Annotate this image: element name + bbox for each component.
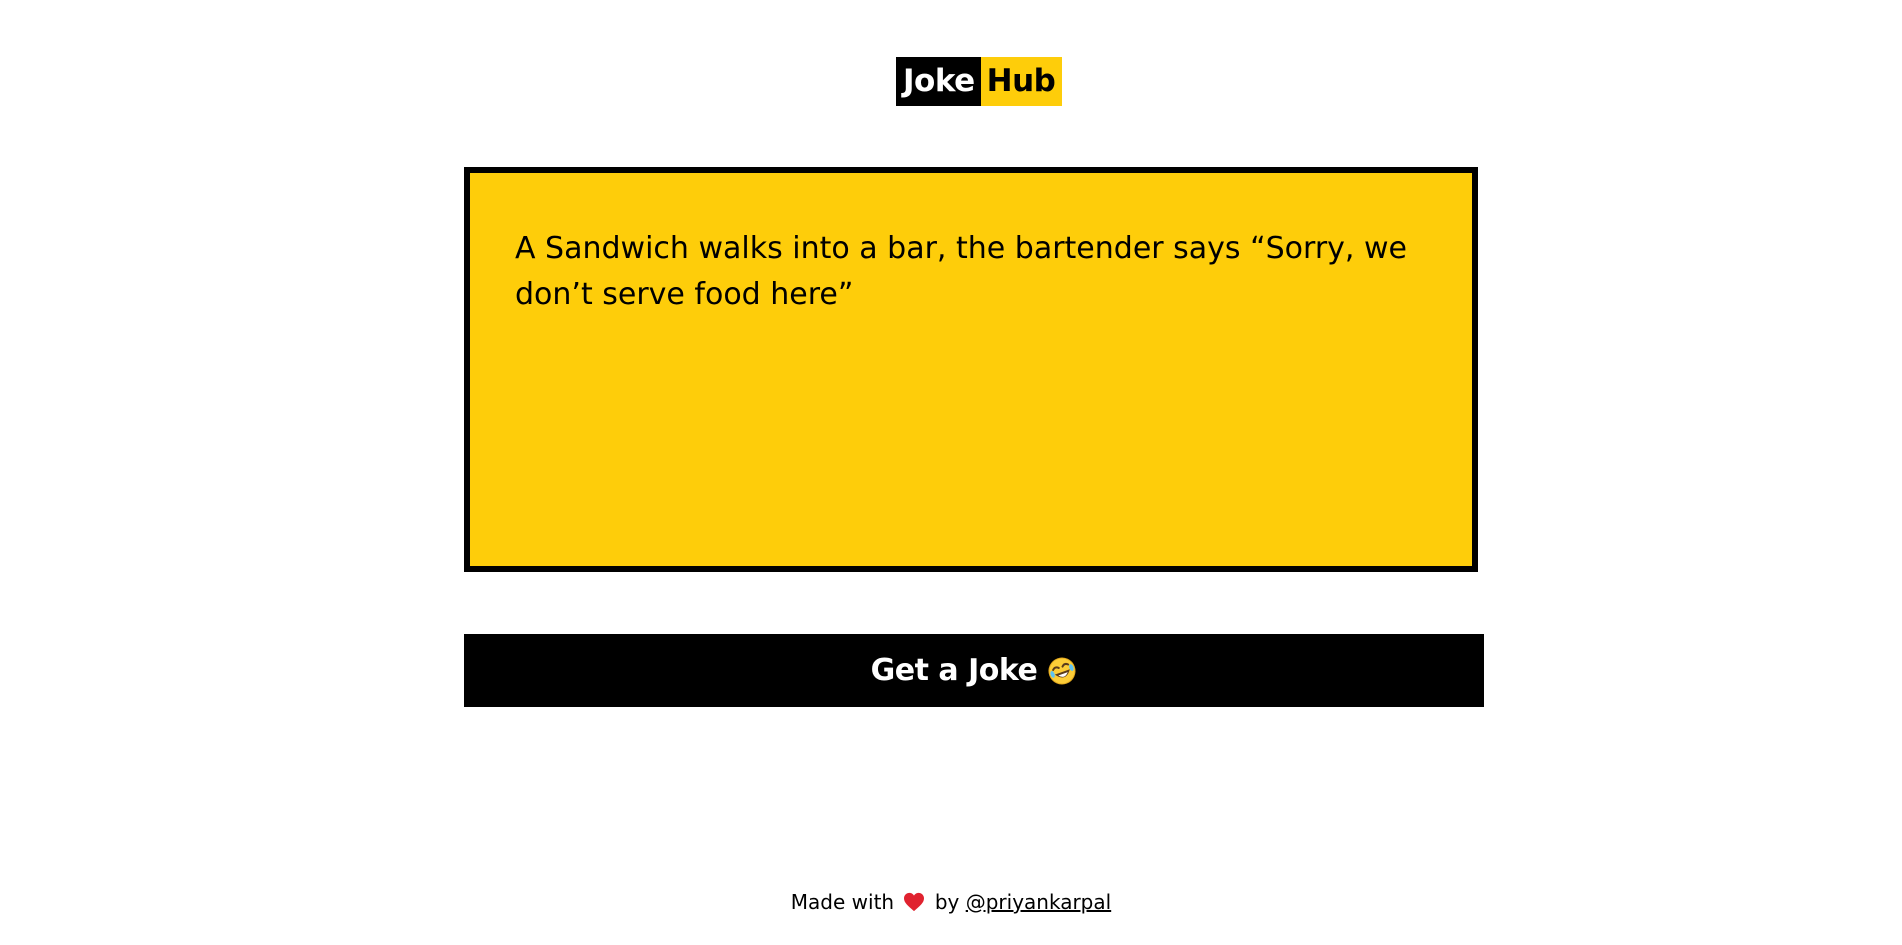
joke-card: A Sandwich walks into a bar, the bartend… bbox=[464, 167, 1478, 572]
laughing-emoji-icon bbox=[1047, 656, 1077, 686]
author-link[interactable]: @priyankarpal bbox=[966, 890, 1111, 914]
get-joke-button[interactable]: Get a Joke bbox=[464, 634, 1484, 707]
footer-prefix: Made with bbox=[790, 890, 895, 914]
page: Joke Hub A Sandwich walks into a bar, th… bbox=[0, 0, 1902, 945]
logo: Joke Hub bbox=[896, 57, 1063, 106]
heart-icon bbox=[903, 890, 925, 920]
get-joke-button-label: Get a Joke bbox=[870, 653, 1038, 688]
logo-part-joke: Joke bbox=[896, 57, 981, 106]
joke-text: A Sandwich walks into a bar, the bartend… bbox=[515, 231, 1407, 312]
footer: Made with by @priyankarpal bbox=[0, 887, 1902, 920]
footer-by: by bbox=[934, 890, 960, 914]
logo-part-hub: Hub bbox=[980, 57, 1063, 106]
